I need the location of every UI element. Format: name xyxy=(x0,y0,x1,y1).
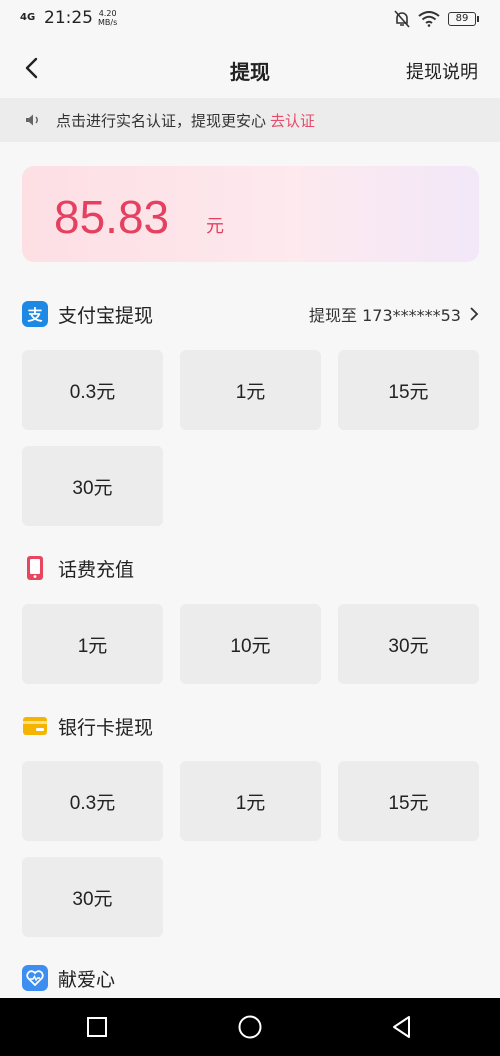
status-bar: 4G 21:25 4.20 MB/s 89 xyxy=(0,0,500,40)
alipay-section-title: 支付宝提现 xyxy=(58,304,154,327)
charity-section-title: 献爱心 xyxy=(58,968,116,991)
alipay-target-text: 提现至 173******53 xyxy=(309,306,461,325)
phone-option-2[interactable]: 30元 xyxy=(338,604,479,684)
bank-option-1[interactable]: 1元 xyxy=(180,761,321,841)
mute-bell-icon xyxy=(394,10,410,28)
status-left: 4G 21:25 4.20 MB/s xyxy=(20,8,117,28)
bank-option-2[interactable]: 15元 xyxy=(338,761,479,841)
balance-card: 85.83 元 xyxy=(22,166,479,262)
bank-section-title: 银行卡提现 xyxy=(58,716,154,739)
network-indicator: 4G xyxy=(20,13,40,23)
recent-apps-icon[interactable] xyxy=(84,1014,110,1040)
alipay-option-0[interactable]: 0.3元 xyxy=(22,350,163,430)
bank-option-3[interactable]: 30元 xyxy=(22,857,163,937)
bank-option-0[interactable]: 0.3元 xyxy=(22,761,163,841)
alipay-section-header: 支 支付宝提现 提现至 173******53 xyxy=(22,299,479,329)
alipay-icon-char: 支 xyxy=(27,305,43,324)
charity-heart-icon xyxy=(22,965,48,991)
alipay-target-account[interactable]: 提现至 173******53 xyxy=(309,302,479,326)
phone-section-header: 话费充值 xyxy=(22,553,479,583)
status-right: 89 xyxy=(394,10,479,28)
phone-option-0[interactable]: 1元 xyxy=(22,604,163,684)
withdraw-help-link[interactable]: 提现说明 xyxy=(406,58,478,84)
home-icon[interactable] xyxy=(237,1014,263,1040)
verification-notice: 点击进行实名认证，提现更安心 去认证 xyxy=(0,98,500,142)
speaker-icon xyxy=(26,114,38,126)
alipay-option-1[interactable]: 1元 xyxy=(180,350,321,430)
back-triangle-icon[interactable] xyxy=(389,1014,415,1040)
network-type: 4G xyxy=(20,12,36,23)
bank-card-icon xyxy=(22,713,48,739)
net-speed: 4.20 MB/s xyxy=(98,9,117,27)
alipay-option-3[interactable]: 30元 xyxy=(22,446,163,526)
system-nav-bar xyxy=(0,998,500,1056)
bank-section-header: 银行卡提现 xyxy=(22,711,479,741)
nav-bar: 提现 提现说明 xyxy=(0,40,500,98)
net-speed-unit: MB/s xyxy=(98,18,118,27)
notice-text: 点击进行实名认证，提现更安心 xyxy=(56,111,267,130)
alipay-option-2[interactable]: 15元 xyxy=(338,350,479,430)
balance-unit: 元 xyxy=(206,216,224,237)
phone-option-1[interactable]: 10元 xyxy=(180,604,321,684)
balance-amount: 85.83 xyxy=(54,191,170,243)
clock: 21:25 xyxy=(44,8,93,28)
wifi-icon xyxy=(418,11,440,27)
verify-link[interactable]: 去认证 xyxy=(270,110,315,131)
chevron-right-icon xyxy=(470,307,479,321)
phone-section-title: 话费充值 xyxy=(58,558,135,581)
battery-icon: 89 xyxy=(448,12,479,26)
alipay-icon: 支 xyxy=(22,301,48,327)
phone-icon xyxy=(22,555,48,581)
charity-section-header: 献爱心 xyxy=(22,963,479,993)
net-speed-value: 4.20 xyxy=(98,9,117,18)
